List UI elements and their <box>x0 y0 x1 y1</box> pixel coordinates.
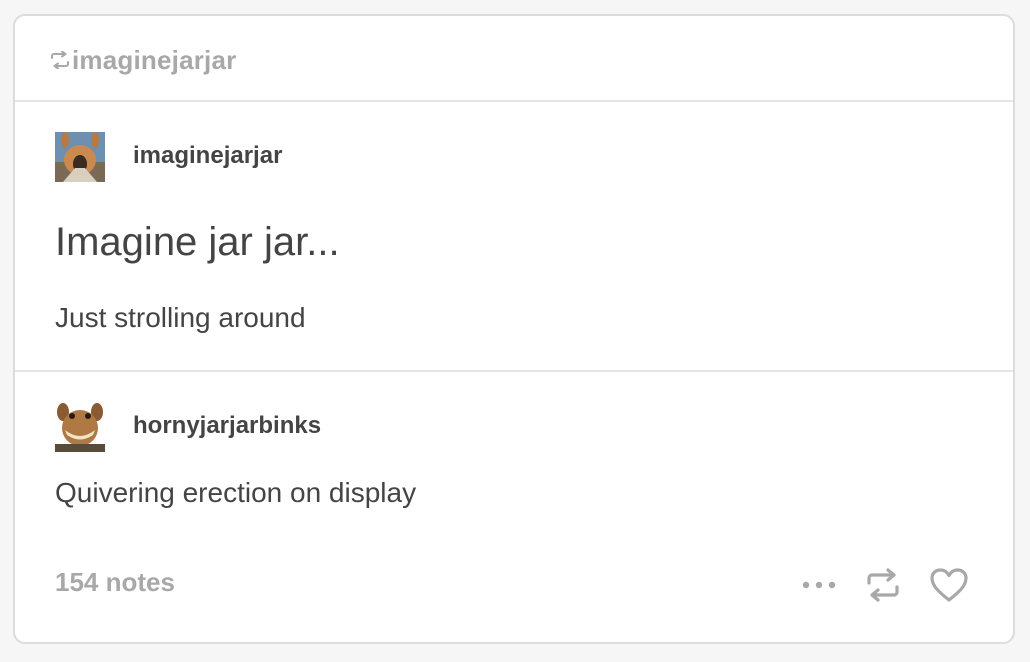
avatar[interactable] <box>55 402 105 452</box>
reblog-icon <box>49 50 71 70</box>
post-actions <box>773 565 969 605</box>
more-options-icon[interactable] <box>801 580 837 590</box>
reply-body: Quivering erection on display <box>55 477 417 508</box>
reply-username[interactable]: hornyjarjarbinks <box>133 412 321 440</box>
original-post: imaginejarjar Imagine jar jar... Just st… <box>15 102 1013 372</box>
reblog-icon[interactable] <box>865 568 901 602</box>
reblog-source-username[interactable]: imaginejarjar <box>72 45 236 76</box>
notes-count[interactable]: 154 notes <box>55 567 175 598</box>
avatar[interactable] <box>55 132 105 182</box>
reply-post: hornyjarjarbinks Quivering erection on d… <box>15 372 1013 644</box>
post-title: Imagine jar jar... <box>55 220 340 264</box>
post-card: imaginejarjar imaginejarjar Imagine jar … <box>13 14 1015 644</box>
post-username[interactable]: imaginejarjar <box>133 142 282 170</box>
heart-icon[interactable] <box>929 567 969 603</box>
post-body: Just strolling around <box>55 302 306 333</box>
reblog-header: imaginejarjar <box>15 16 1013 102</box>
